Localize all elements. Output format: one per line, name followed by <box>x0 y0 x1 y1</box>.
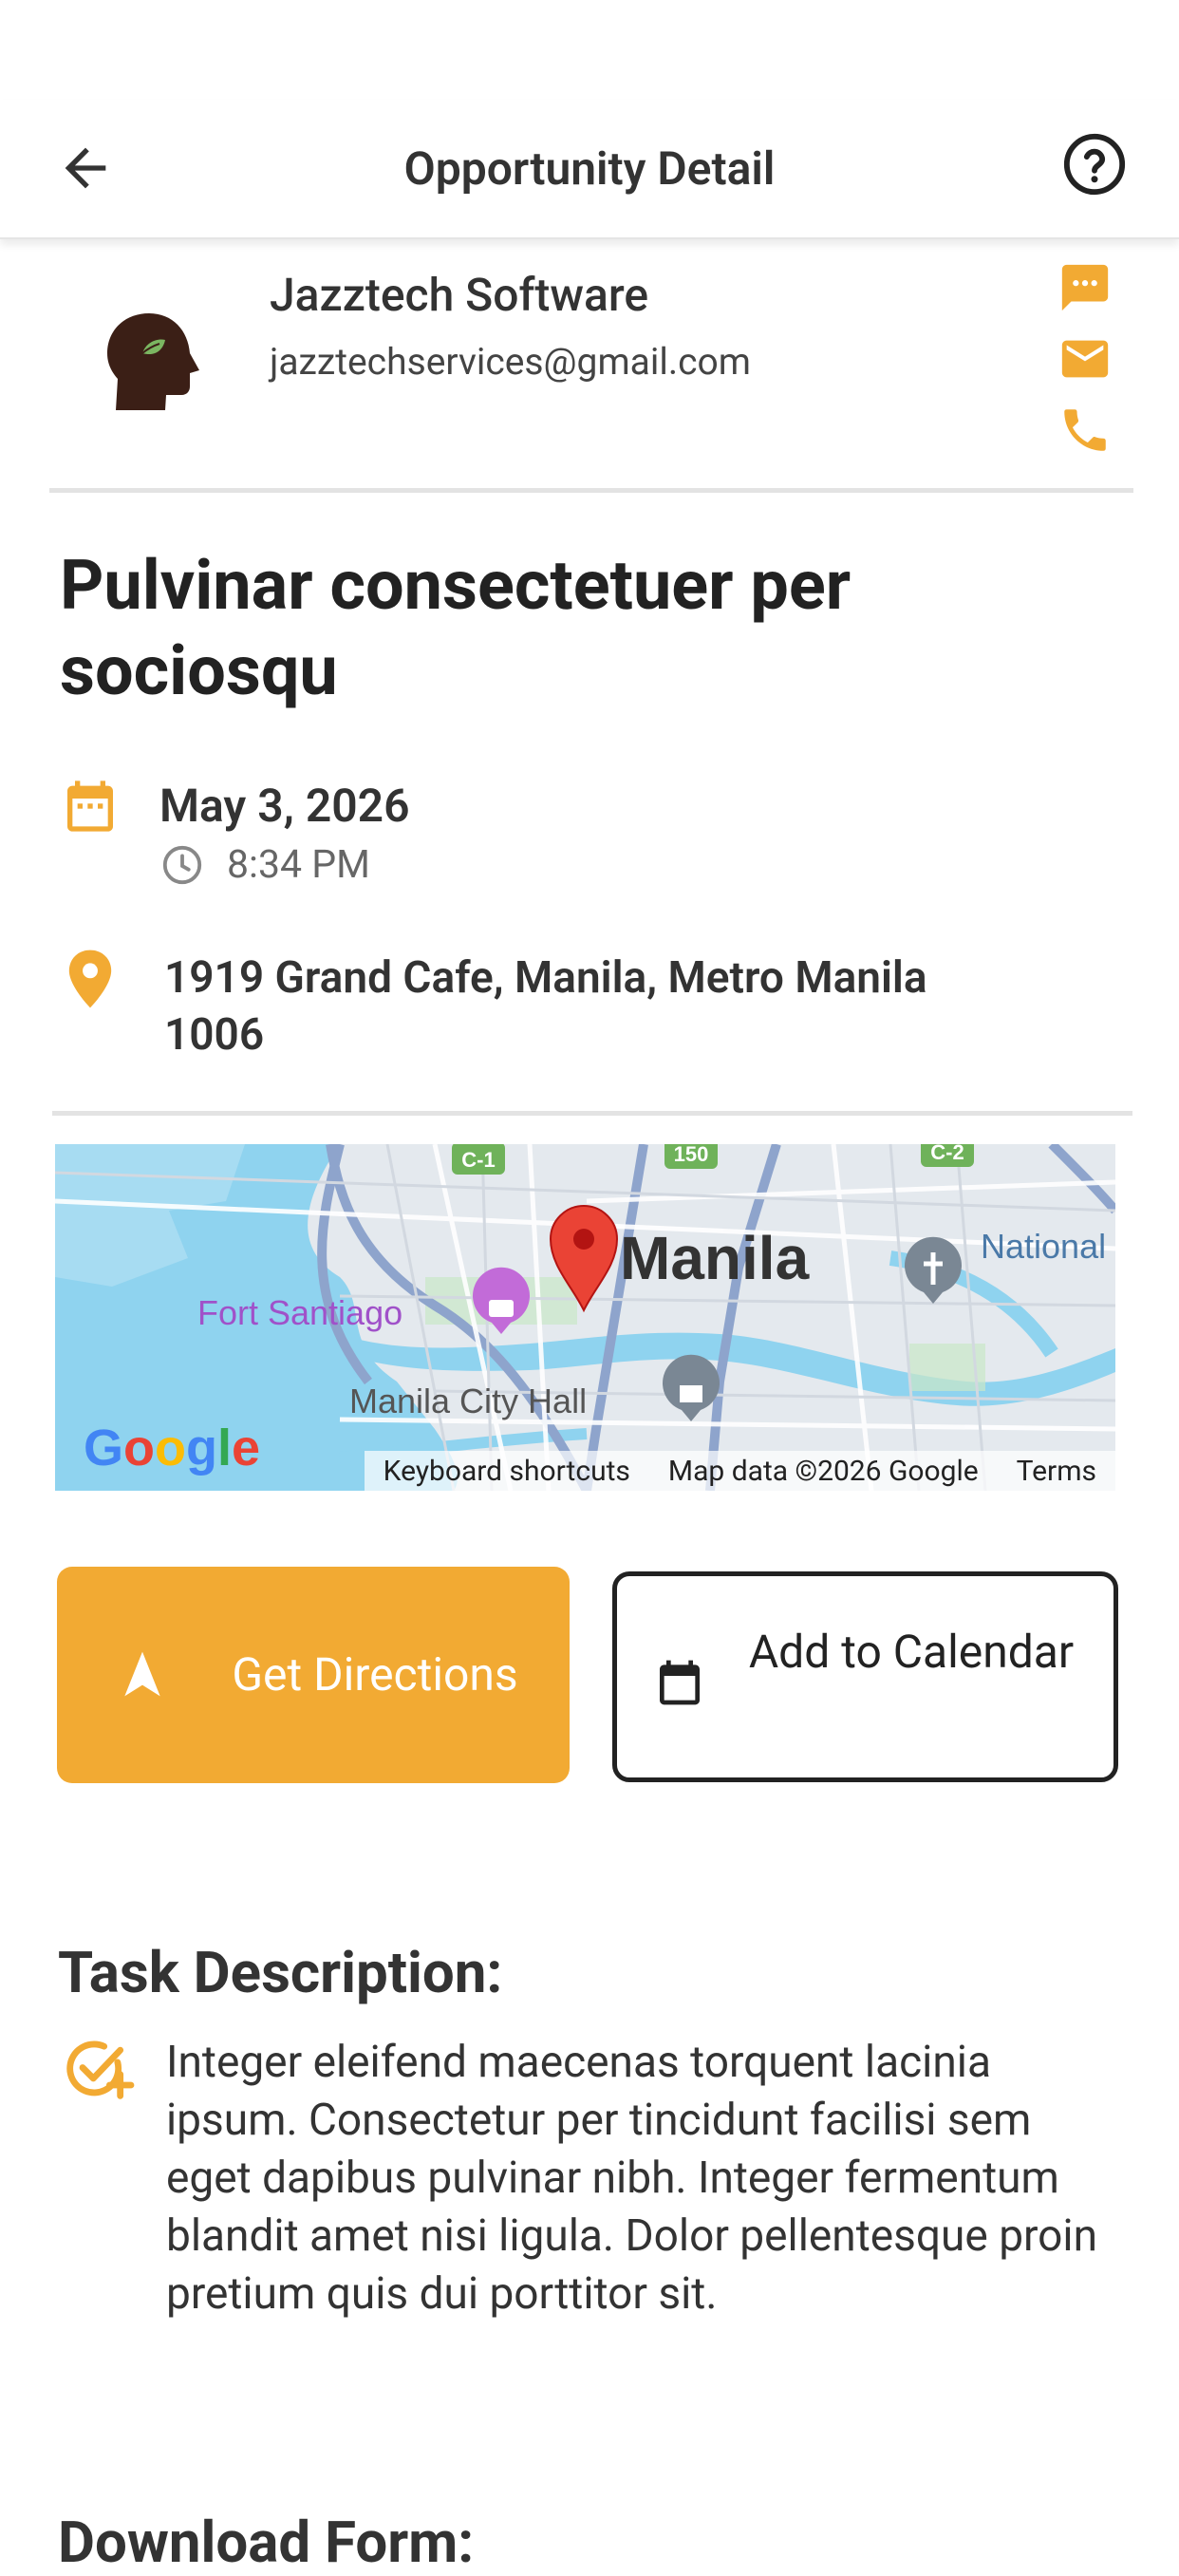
map-footer: Keyboard shortcuts Map data ©2026 Google… <box>364 1451 1115 1491</box>
email-icon[interactable] <box>1057 331 1113 386</box>
calendar-icon <box>67 780 113 832</box>
back-arrow-icon[interactable] <box>55 138 116 198</box>
top-app-bar: Opportunity Detail <box>0 100 1179 239</box>
road-shield-c2: C-2 <box>930 1144 964 1164</box>
map-city-label: Manila <box>620 1224 810 1292</box>
add-to-calendar-label: Add to Calendar <box>748 1625 1075 1679</box>
get-directions-button[interactable]: Get Directions <box>57 1567 570 1783</box>
navigation-arrow-icon <box>124 1651 160 1697</box>
event-address: 1919 Grand Cafe, Manila, Metro Manila 10… <box>164 952 927 1061</box>
add-to-calendar-button[interactable]: Add to Calendar <box>612 1571 1118 1782</box>
page-title: Opportunity Detail <box>403 141 776 196</box>
phone-icon[interactable] <box>1057 403 1113 458</box>
clock-icon <box>162 845 202 885</box>
map-canvas: C-1 150 C-2 Manila Fort Santiago Manila … <box>55 1144 1115 1491</box>
download-form-heading: Download Form: <box>58 2509 475 2576</box>
company-name: Jazztech Software <box>270 268 649 322</box>
google-logo: Google <box>84 1420 260 1476</box>
message-icon[interactable] <box>1057 260 1113 315</box>
get-directions-label: Get Directions <box>232 1647 518 1702</box>
map-view[interactable]: C-1 150 C-2 Manila Fort Santiago Manila … <box>55 1144 1115 1491</box>
svg-text:Fort Santiago: Fort Santiago <box>197 1293 402 1332</box>
company-card: Jazztech Software jazztechservices@gmail… <box>49 249 1133 493</box>
road-shield-150: 150 <box>674 1144 709 1166</box>
location-pin-icon <box>68 950 112 1008</box>
map-data-attribution: Map data ©2026 Google <box>667 1454 979 1488</box>
task-description-text: Integer eleifend maecenas torquent lacin… <box>166 2037 1097 2320</box>
road-shield-c1: C-1 <box>461 1148 495 1172</box>
event-time: 8:34 PM <box>227 842 370 888</box>
svg-text:Manila City Hall: Manila City Hall <box>349 1382 587 1420</box>
task-description-heading: Task Description: <box>58 1939 503 2006</box>
company-email: jazztechservices@gmail.com <box>270 340 751 384</box>
task-check-add-icon <box>66 2040 135 2099</box>
company-logo <box>107 313 199 410</box>
svg-text:National Saint Ju: National Saint Ju <box>981 1227 1115 1266</box>
calendar-outline-icon <box>660 1660 700 1705</box>
event-date: May 3, 2026 <box>159 779 410 833</box>
keyboard-shortcuts-link[interactable]: Keyboard shortcuts <box>384 1455 630 1488</box>
help-icon[interactable] <box>1061 131 1128 197</box>
opportunity-title: Pulvinar consectetuer per sociosqu <box>60 545 852 711</box>
divider <box>52 1111 1132 1116</box>
map-terms-link[interactable]: Terms <box>1017 1455 1096 1488</box>
